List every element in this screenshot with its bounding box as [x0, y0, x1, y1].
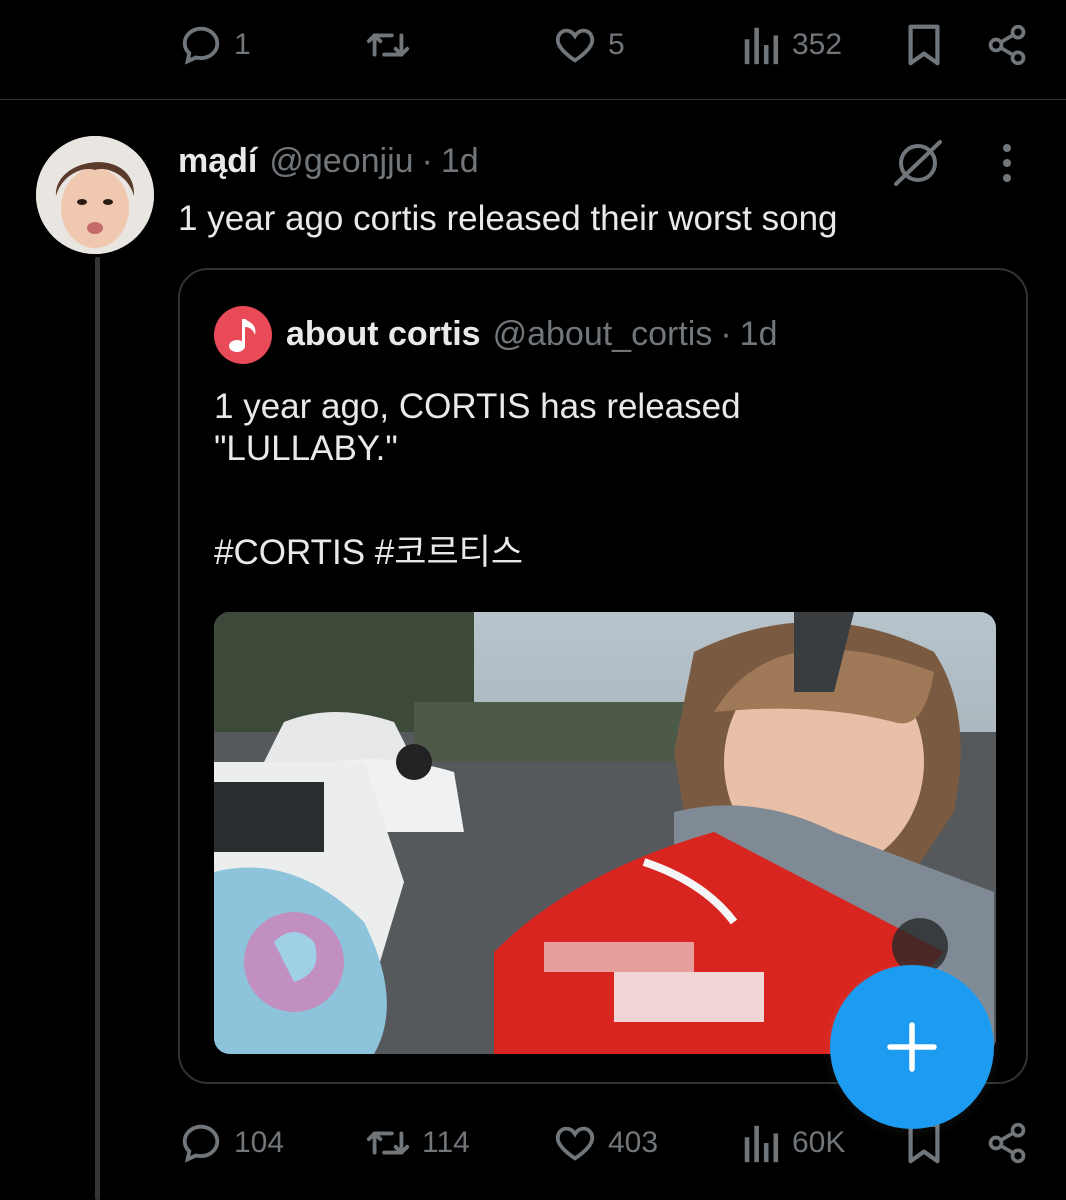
author-name[interactable]: mądí: [178, 142, 257, 181]
grok-button[interactable]: [890, 138, 946, 188]
like-button[interactable]: 403: [552, 1113, 658, 1173]
share-button[interactable]: [985, 15, 1029, 75]
quoted-author-handle[interactable]: @about_cortis: [493, 315, 713, 354]
share-icon: [988, 1122, 1026, 1164]
more-icon: [1003, 144, 1011, 182]
tweet-header: mądí @geonjju · 1d: [178, 138, 479, 184]
quoted-timestamp[interactable]: 1d: [740, 315, 778, 354]
like-count: 403: [608, 1126, 659, 1159]
view-count: 60K: [792, 1126, 846, 1159]
views-button[interactable]: 352: [742, 15, 842, 75]
repost-icon: [366, 1131, 410, 1155]
more-button[interactable]: [990, 140, 1024, 186]
quoted-author-name[interactable]: about cortis: [286, 315, 481, 354]
avatar[interactable]: [36, 136, 154, 254]
heart-icon: [555, 28, 595, 63]
bookmark-icon: [908, 24, 940, 66]
reply-count: 104: [234, 1126, 285, 1159]
reply-button[interactable]: 104: [178, 1113, 284, 1173]
tweet-text: 1 year ago cortis released their worst s…: [178, 199, 838, 238]
repost-button[interactable]: [364, 15, 412, 75]
music-note-icon: [229, 319, 256, 352]
quoted-text: 1 year ago, CORTIS has released "LULLABY…: [214, 386, 741, 574]
quoted-hashtags[interactable]: #CORTIS #코르티스: [214, 532, 741, 574]
quoted-tweet[interactable]: about cortis @about_cortis · 1d 1 year a…: [178, 268, 1028, 1084]
thread-line: [95, 257, 100, 1200]
views-icon: [744, 1125, 779, 1163]
separator: ·: [421, 141, 433, 180]
bookmark-button[interactable]: [904, 15, 944, 75]
grok-icon: [894, 140, 942, 186]
previous-tweet-actions: 1 5 352: [0, 15, 1066, 75]
compose-button[interactable]: [830, 965, 994, 1129]
quoted-header: about cortis @about_cortis · 1d: [286, 310, 777, 358]
repost-icon: [366, 33, 410, 57]
reply-button[interactable]: 1: [178, 15, 251, 75]
reply-count: 1: [234, 28, 251, 61]
share-icon: [988, 24, 1026, 66]
share-button[interactable]: [985, 1113, 1029, 1173]
like-button[interactable]: 5: [552, 15, 625, 75]
timestamp[interactable]: 1d: [441, 142, 479, 181]
reply-icon: [182, 26, 220, 65]
heart-icon: [555, 1126, 595, 1161]
views-icon: [744, 27, 779, 65]
like-count: 5: [608, 28, 625, 61]
repost-button[interactable]: 114: [364, 1113, 470, 1173]
separator: ·: [720, 314, 732, 353]
views-button[interactable]: 60K: [742, 1113, 845, 1173]
repost-count: 114: [422, 1126, 470, 1159]
tweet-divider: [0, 99, 1066, 100]
quoted-text-line: "LULLABY.": [214, 429, 398, 468]
reply-icon: [182, 1124, 220, 1163]
quoted-text-line: 1 year ago, CORTIS has released: [214, 387, 741, 426]
quoted-avatar[interactable]: [214, 306, 272, 364]
plus-icon: [887, 1022, 937, 1072]
view-count: 352: [792, 28, 843, 61]
author-handle[interactable]: @geonjju: [269, 142, 413, 181]
